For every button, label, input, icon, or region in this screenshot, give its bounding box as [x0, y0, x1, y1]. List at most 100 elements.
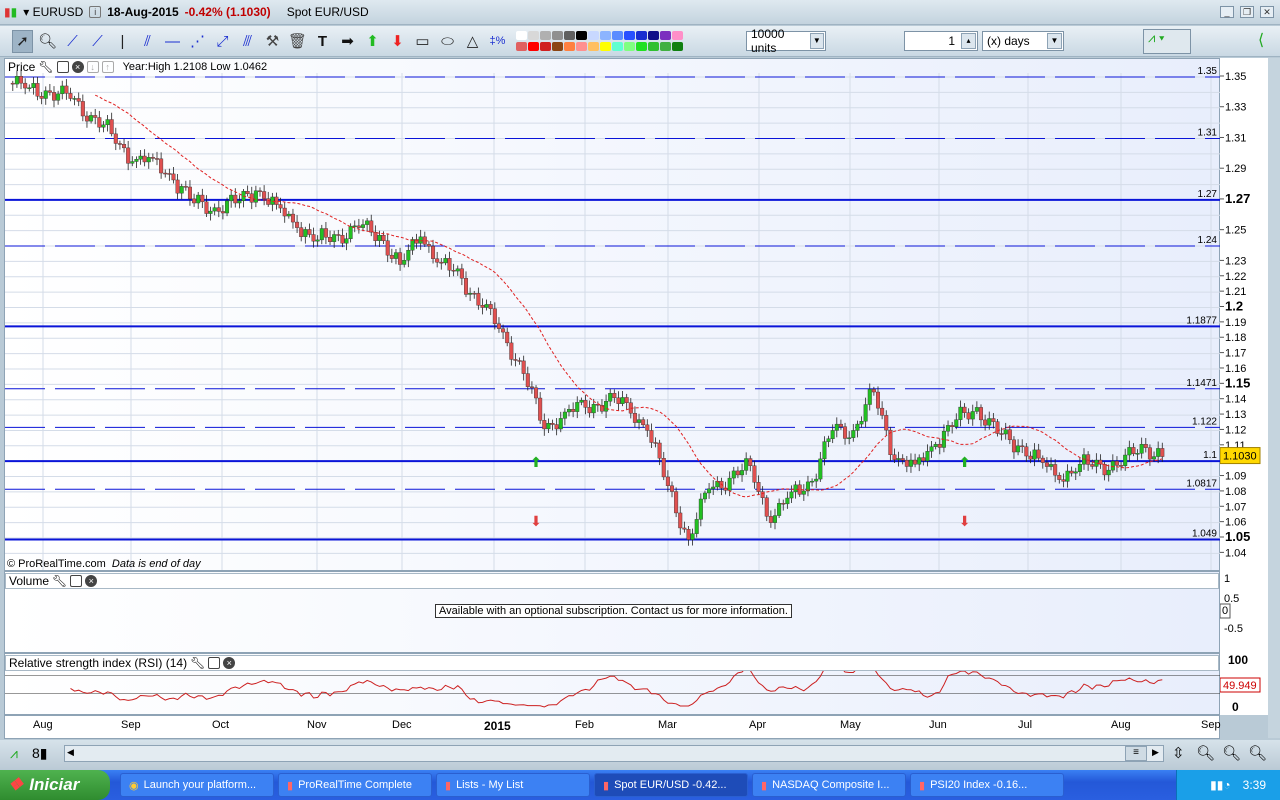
trash-icon[interactable]: 🗑︎	[287, 30, 308, 53]
scroll-left-arrow[interactable]: ◀	[67, 747, 74, 758]
color-swatch[interactable]	[528, 42, 539, 51]
color-swatch[interactable]	[552, 42, 563, 51]
color-swatch[interactable]	[624, 42, 635, 51]
candle-body	[579, 400, 584, 403]
color-swatch[interactable]	[588, 42, 599, 51]
color-swatch[interactable]	[564, 31, 575, 40]
scroll-right-arrow[interactable]: ▶	[1152, 747, 1159, 758]
candle-body	[876, 391, 881, 409]
candle	[711, 480, 716, 495]
color-swatch[interactable]	[528, 31, 539, 40]
color-swatch[interactable]	[672, 31, 683, 40]
taskbar-item[interactable]: ▮ Lists - My List	[436, 773, 590, 797]
window-icon[interactable]	[56, 61, 69, 73]
color-swatch[interactable]	[600, 31, 611, 40]
taskbar-item[interactable]: ▮ Spot EUR/USD -0.42...	[594, 773, 748, 797]
candle-style-icon[interactable]: 8▮	[32, 745, 48, 762]
zoom-in-icon[interactable]: 🔍︎	[1248, 744, 1267, 762]
color-swatch[interactable]	[612, 42, 623, 51]
channel-tool[interactable]: ⫽	[137, 30, 158, 53]
chart-settings-icon[interactable]: ⩘	[10, 745, 18, 762]
color-swatch[interactable]	[636, 31, 647, 40]
window-icon[interactable]	[208, 657, 221, 669]
color-swatch[interactable]	[576, 42, 587, 51]
data-note: Data is end of day	[111, 558, 201, 570]
trend-marker-tool[interactable]: ⤢	[212, 30, 233, 53]
line-segment-tool[interactable]: ⟋	[62, 30, 83, 53]
percent-retracement-tool[interactable]: ‡%	[487, 30, 508, 53]
close-panel-icon[interactable]: ×	[85, 575, 98, 587]
color-swatch[interactable]	[672, 42, 683, 51]
window-icon[interactable]	[70, 575, 83, 587]
zoom-out-icon[interactable]: 🔍︎	[1222, 744, 1241, 762]
candle	[229, 190, 234, 208]
candle-body	[282, 207, 287, 217]
vertical-line-tool[interactable]: |	[112, 30, 133, 53]
wrench-icon[interactable]: 🔧︎	[38, 60, 53, 74]
color-swatch[interactable]	[576, 31, 587, 40]
taskbar-item[interactable]: ▮ PSI20 Index -0.16...	[910, 773, 1064, 797]
close-panel-icon[interactable]: ×	[223, 657, 236, 669]
horizontal-scrollbar[interactable]: ◀ ≡ ▶	[64, 745, 1164, 762]
ray-tool[interactable]: ⟋	[87, 30, 108, 53]
period-value-input[interactable]: 1 ▴	[904, 31, 978, 51]
up-arrow-signal-icon: ⬆	[959, 454, 971, 470]
taskbar-item[interactable]: ▮ NASDAQ Composite I...	[752, 773, 906, 797]
price-axis[interactable]: 1.35 1.33 1.31 1.29 1.27 1.25 1.23 1.22 1.21 1.2 1…	[1219, 58, 1268, 715]
color-swatch[interactable]	[648, 42, 659, 51]
color-swatch[interactable]	[540, 42, 551, 51]
color-swatch[interactable]	[648, 31, 659, 40]
color-swatch[interactable]	[660, 31, 671, 40]
info-icon[interactable]: i	[89, 6, 102, 18]
color-swatch[interactable]	[624, 31, 635, 40]
color-swatch[interactable]	[564, 42, 575, 51]
move-down-icon[interactable]: ↓	[86, 61, 99, 73]
wrench-icon[interactable]: 🔧︎	[52, 574, 67, 588]
zoom-tool[interactable]: 🔍︎	[37, 30, 58, 53]
chart-type-button[interactable]: ⩘ ▾	[1143, 29, 1191, 54]
restore-button[interactable]: ❐	[1240, 6, 1254, 18]
taskbar-item[interactable]: ◉ Launch your platform...	[120, 773, 274, 797]
arrow-right-tool[interactable]: ➡	[337, 30, 358, 53]
horizontal-line-tool[interactable]: —	[162, 30, 183, 53]
fibonacci-fan-tool[interactable]: ⋰	[187, 30, 208, 53]
arrow-up-tool[interactable]: ⬆	[362, 30, 383, 53]
chart-area[interactable]: 1.35 1.31 1.27 1.24 1.1877 1.1471 1.122 1.1 1.08…	[4, 58, 1221, 715]
scroll-thumb[interactable]: ≡	[1125, 746, 1147, 761]
indicator-icon[interactable]: ⟨	[1258, 30, 1264, 50]
close-panel-icon[interactable]: ×	[71, 61, 84, 73]
taskbar-item[interactable]: ▮ ProRealTime Complete	[278, 773, 432, 797]
rectangle-tool[interactable]: ▭	[412, 30, 433, 53]
units-select[interactable]: 10000 units ▼	[746, 27, 826, 55]
start-button[interactable]: ❖ Iniciar	[0, 770, 110, 800]
pointer-tool[interactable]: ➚	[12, 29, 33, 53]
candle	[1143, 437, 1148, 453]
color-swatch[interactable]	[636, 42, 647, 51]
period-unit-select[interactable]: (x) days ▼	[982, 31, 1064, 51]
color-swatch[interactable]	[588, 31, 599, 40]
task-label: PSI20 Index -0.16...	[930, 779, 1028, 791]
wrench-icon[interactable]: 🔧︎	[190, 656, 205, 670]
move-up-icon[interactable]: ↑	[101, 61, 114, 73]
fit-chart-icon[interactable]: ⇳	[1172, 744, 1185, 762]
parallel-lines-tool[interactable]: ⫻	[237, 30, 258, 53]
candle	[719, 477, 724, 496]
close-button[interactable]: ✕	[1260, 6, 1274, 18]
minimize-button[interactable]: _	[1220, 6, 1234, 18]
candle	[525, 366, 530, 391]
color-swatch[interactable]	[516, 31, 527, 40]
arrow-down-tool[interactable]: ⬇	[387, 30, 408, 53]
color-swatch[interactable]	[540, 31, 551, 40]
ellipse-tool[interactable]: ⬭	[437, 30, 458, 53]
color-swatch[interactable]	[660, 42, 671, 51]
triangle-tool[interactable]: △	[462, 30, 483, 53]
vertical-zoom-icon[interactable]: 🔍︎	[1196, 744, 1215, 762]
color-swatch[interactable]	[552, 31, 563, 40]
text-tool[interactable]: T	[312, 30, 333, 53]
symbol-dropdown[interactable]: ▾ EURUSD	[23, 5, 83, 19]
color-swatch[interactable]	[612, 31, 623, 40]
candle	[661, 451, 666, 481]
color-swatch[interactable]	[516, 42, 527, 51]
settings-tools-icon[interactable]: ⚒	[262, 30, 283, 53]
color-swatch[interactable]	[600, 42, 611, 51]
